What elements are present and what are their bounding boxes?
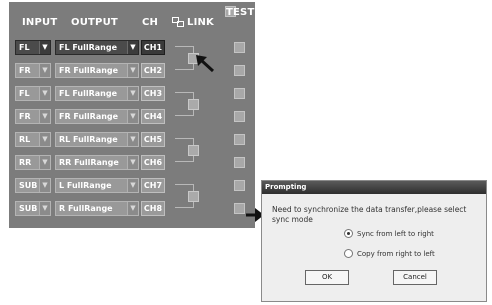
test-checkbox-5[interactable] [234, 134, 245, 145]
chevron-down-icon[interactable]: ▼ [127, 156, 138, 169]
test-checkbox-1[interactable] [234, 42, 245, 53]
input-column-header: INPUT [22, 17, 58, 28]
output-select-2[interactable]: FR FullRange ▼ [55, 63, 139, 78]
input-select-2[interactable]: FR ▼ [15, 63, 51, 78]
channel-row-8: SUB R ▼ R FullRange ▼ CH8 [9, 199, 255, 217]
chevron-down-icon[interactable]: ▼ [127, 87, 138, 100]
radio-unselected-icon[interactable] [344, 249, 353, 258]
channel-routing-panel: INPUT OUTPUT CH LINK TEST FL ▼ FL FullRan… [9, 2, 255, 228]
radio-selected-icon[interactable] [344, 229, 353, 238]
arrow-icon [196, 55, 215, 73]
test-checkbox-8[interactable] [234, 203, 245, 214]
test-column-header: TEST [225, 6, 255, 18]
chevron-down-icon[interactable]: ▼ [39, 41, 50, 54]
channel-button-1[interactable]: CH1 [141, 40, 165, 55]
link-toggle-ch1-ch2[interactable] [175, 46, 199, 70]
output-select-8[interactable]: R FullRange ▼ [55, 201, 139, 216]
chevron-down-icon[interactable]: ▼ [127, 41, 138, 54]
cancel-button[interactable]: Cancel [393, 270, 437, 285]
output-column-header: OUTPUT [71, 17, 118, 28]
channel-row-7: SUB L ▼ L FullRange ▼ CH7 [9, 176, 255, 194]
channel-button-6[interactable]: CH6 [141, 155, 165, 170]
output-select-5[interactable]: RL FullRange ▼ [55, 132, 139, 147]
dialog-title: Prompting [262, 181, 486, 194]
channel-button-4[interactable]: CH4 [141, 109, 165, 124]
chevron-down-icon[interactable]: ▼ [39, 156, 50, 169]
output-select-7[interactable]: L FullRange ▼ [55, 178, 139, 193]
channel-button-3[interactable]: CH3 [141, 86, 165, 101]
prompting-dialog: Prompting Need to synchronize the data t… [261, 180, 487, 302]
channel-column-header: CH [142, 17, 159, 28]
sync-left-to-right-radio[interactable]: Sync from left to right [344, 229, 434, 238]
link-icon [172, 17, 185, 28]
link-knob[interactable] [188, 191, 199, 202]
link-column-header: LINK [172, 17, 214, 28]
chevron-down-icon[interactable]: ▼ [127, 110, 138, 123]
chevron-down-icon[interactable]: ▼ [39, 202, 50, 215]
chevron-down-icon[interactable]: ▼ [39, 179, 50, 192]
test-checkbox-7[interactable] [234, 180, 245, 191]
link-knob[interactable] [188, 99, 199, 110]
input-select-1[interactable]: FL ▼ [15, 40, 51, 55]
output-select-4[interactable]: FR FullRange ▼ [55, 109, 139, 124]
input-select-6[interactable]: RR ▼ [15, 155, 51, 170]
radio-label: Sync from left to right [357, 229, 434, 238]
input-select-4[interactable]: FR ▼ [15, 109, 51, 124]
link-toggle-ch3-ch4[interactable] [175, 92, 199, 116]
chevron-down-icon[interactable]: ▼ [127, 133, 138, 146]
channel-button-2[interactable]: CH2 [141, 63, 165, 78]
input-select-3[interactable]: FL ▼ [15, 86, 51, 101]
output-select-3[interactable]: FL FullRange ▼ [55, 86, 139, 101]
channel-row-3: FL ▼ FL FullRange ▼ CH3 [9, 84, 255, 102]
link-header-label: LINK [187, 17, 215, 28]
chevron-down-icon[interactable]: ▼ [127, 64, 138, 77]
link-toggle-ch7-ch8[interactable] [175, 184, 199, 208]
chevron-down-icon[interactable]: ▼ [39, 133, 50, 146]
chevron-down-icon[interactable]: ▼ [127, 179, 138, 192]
channel-row-6: RR ▼ RR FullRange ▼ CH6 [9, 153, 255, 171]
test-checkbox-3[interactable] [234, 88, 245, 99]
link-knob[interactable] [188, 145, 199, 156]
input-select-5[interactable]: RL ▼ [15, 132, 51, 147]
input-select-8[interactable]: SUB R ▼ [15, 201, 51, 216]
channel-row-5: RL ▼ RL FullRange ▼ CH5 [9, 130, 255, 148]
channel-button-5[interactable]: CH5 [141, 132, 165, 147]
link-toggle-ch5-ch6[interactable] [175, 138, 199, 162]
dialog-message: Need to synchronize the data transfer,pl… [272, 205, 467, 224]
test-checkbox-4[interactable] [234, 111, 245, 122]
channel-row-1: FL ▼ FL FullRange ▼ CH1 [9, 38, 255, 56]
test-checkbox-6[interactable] [234, 157, 245, 168]
chevron-down-icon[interactable]: ▼ [127, 202, 138, 215]
chevron-down-icon[interactable]: ▼ [39, 87, 50, 100]
ok-button[interactable]: OK [305, 270, 349, 285]
output-select-6[interactable]: RR FullRange ▼ [55, 155, 139, 170]
channel-button-7[interactable]: CH7 [141, 178, 165, 193]
channel-row-4: FR ▼ FR FullRange ▼ CH4 [9, 107, 255, 125]
channel-row-2: FR ▼ FR FullRange ▼ CH2 [9, 61, 255, 79]
chevron-down-icon[interactable]: ▼ [39, 64, 50, 77]
test-checkbox-2[interactable] [234, 65, 245, 76]
channel-button-8[interactable]: CH8 [141, 201, 165, 216]
copy-right-to-left-radio[interactable]: Copy from right to left [344, 249, 435, 258]
radio-label: Copy from right to left [357, 249, 435, 258]
output-select-1[interactable]: FL FullRange ▼ [55, 40, 139, 55]
chevron-down-icon[interactable]: ▼ [39, 110, 50, 123]
input-select-7[interactable]: SUB L ▼ [15, 178, 51, 193]
